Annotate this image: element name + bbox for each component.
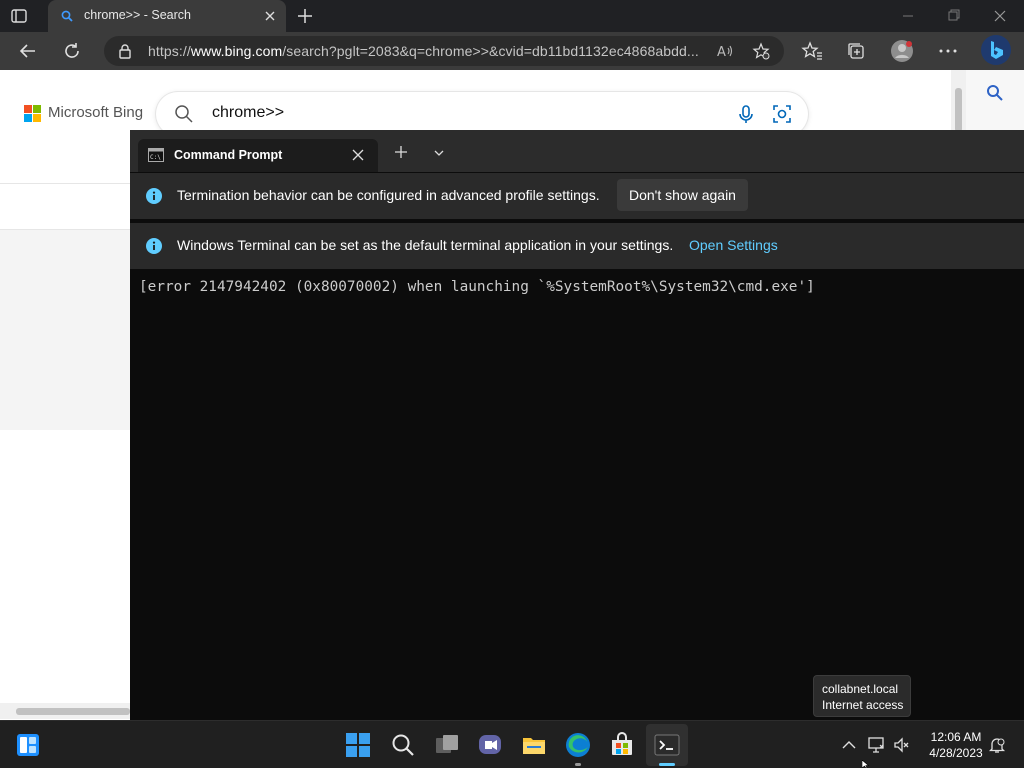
- minimize-window-icon[interactable]: [885, 4, 931, 28]
- more-icon[interactable]: [936, 39, 960, 63]
- info-bar-termination: Termination behavior can be configured i…: [130, 173, 1024, 219]
- refresh-icon[interactable]: [60, 39, 84, 63]
- search-icon[interactable]: [174, 104, 194, 124]
- new-tab-icon[interactable]: [295, 6, 315, 26]
- task-view-icon[interactable]: [434, 732, 460, 758]
- read-aloud-icon[interactable]: A: [716, 42, 734, 60]
- widgets-icon[interactable]: [15, 732, 41, 758]
- tooltip-network-status: Internet access: [822, 698, 904, 712]
- clock-time: 12:06 AM: [930, 730, 982, 744]
- collections-icon[interactable]: [844, 39, 868, 63]
- chevron-up-icon[interactable]: [840, 736, 858, 754]
- browser-tab-title: chrome>> - Search: [84, 8, 191, 22]
- bing-favicon-icon: [61, 10, 73, 22]
- svg-text:A: A: [717, 45, 726, 60]
- search-query[interactable]: chrome>>: [212, 104, 284, 122]
- info-message: Termination behavior can be configured i…: [177, 187, 600, 203]
- vertical-scrollbar[interactable]: [951, 70, 966, 132]
- sidebar-search-icon[interactable]: [986, 84, 1004, 102]
- restore-window-icon[interactable]: [931, 4, 977, 28]
- info-icon: [146, 188, 162, 204]
- system-clock[interactable]: 12:06 AM 4/28/2023: [918, 729, 994, 761]
- clock-date: 4/28/2023: [929, 746, 983, 760]
- horizontal-scrollbar[interactable]: [0, 703, 130, 719]
- volume-muted-icon[interactable]: [893, 736, 911, 754]
- search-icon[interactable]: [390, 732, 416, 758]
- info-icon: [146, 238, 162, 254]
- browser-tab-active[interactable]: chrome>> - Search: [48, 0, 286, 32]
- address-bar[interactable]: https://www.bing.com/search?pglt=2083&q=…: [104, 36, 784, 66]
- dont-show-again-button[interactable]: Don't show again: [617, 179, 748, 211]
- close-tab-icon[interactable]: [262, 8, 278, 24]
- lock-icon[interactable]: [118, 43, 132, 59]
- address-bar-url: https://www.bing.com/search?pglt=2083&q=…: [148, 43, 699, 59]
- new-terminal-tab-icon[interactable]: [394, 145, 408, 159]
- tooltip-network-name: collabnet.local: [822, 682, 899, 696]
- microsoft-store-icon[interactable]: [609, 732, 635, 758]
- browser-tab-strip: chrome>> - Search: [0, 0, 1024, 32]
- info-message: Windows Terminal can be set as the defau…: [177, 237, 674, 253]
- terminal-window: C:\ Command Prompt Termination behavior …: [130, 130, 1024, 720]
- page-side-panel: [0, 230, 130, 430]
- terminal-output[interactable]: [error 2147942402 (0x80070002) when laun…: [139, 279, 815, 295]
- back-icon[interactable]: [16, 39, 40, 63]
- terminal-tab-title: Command Prompt: [174, 148, 283, 162]
- edge-icon[interactable]: [565, 732, 591, 758]
- mouse-cursor-icon: [862, 760, 870, 768]
- edge-sidebar: [966, 70, 1024, 132]
- close-window-icon[interactable]: [977, 4, 1023, 28]
- profile-icon[interactable]: [890, 39, 914, 63]
- visual-search-icon[interactable]: [772, 104, 792, 124]
- notifications-icon[interactable]: [988, 736, 1006, 754]
- network-tooltip: collabnet.local Internet access: [813, 675, 911, 717]
- terminal-titlebar: C:\ Command Prompt: [130, 130, 1024, 172]
- brand-name: Microsoft Bing: [48, 104, 144, 121]
- close-tab-icon[interactable]: [350, 147, 366, 163]
- terminal-icon[interactable]: [654, 732, 680, 758]
- chevron-down-icon[interactable]: [433, 148, 445, 158]
- favorites-icon[interactable]: [800, 39, 824, 63]
- network-icon[interactable]: [867, 736, 885, 754]
- start-icon[interactable]: [345, 732, 371, 758]
- open-settings-link[interactable]: Open Settings: [689, 237, 778, 253]
- bing-chat-icon[interactable]: [980, 34, 1012, 66]
- teams-chat-icon[interactable]: [477, 732, 503, 758]
- add-favorite-icon[interactable]: [752, 42, 770, 60]
- file-explorer-icon[interactable]: [521, 732, 547, 758]
- edge-running-indicator: [575, 763, 581, 766]
- page-divider: [0, 183, 130, 184]
- browser-toolbar: https://www.bing.com/search?pglt=2083&q=…: [0, 32, 1024, 70]
- tab-actions-icon[interactable]: [10, 7, 28, 25]
- terminal-running-indicator: [659, 763, 675, 766]
- info-bar-default-terminal: Windows Terminal can be set as the defau…: [130, 223, 1024, 269]
- taskbar: 12:06 AM 4/28/2023: [0, 720, 1024, 768]
- terminal-tab[interactable]: C:\ Command Prompt: [138, 139, 378, 172]
- command-prompt-icon: C:\: [148, 148, 164, 162]
- svg-text:C:\: C:\: [150, 154, 161, 161]
- microphone-icon[interactable]: [736, 104, 756, 124]
